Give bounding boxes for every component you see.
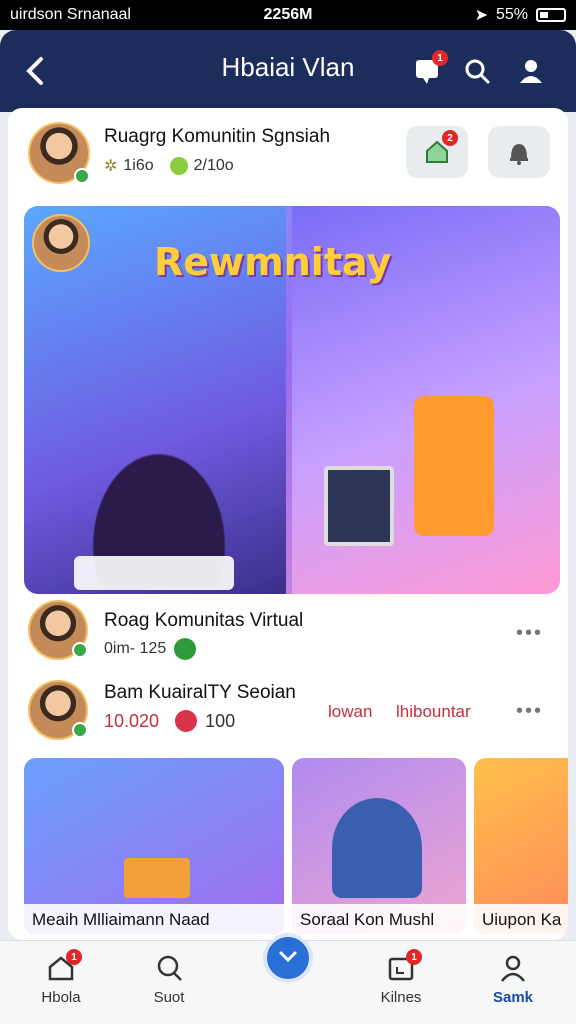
tag-link[interactable]: lhibountar [396,702,471,722]
heart-icon [175,710,198,732]
player-illustration [414,396,494,536]
nav-item-channels[interactable]: 1 Kilnes [356,949,446,1006]
nav-item-home[interactable]: 1 Hbola [16,949,106,1006]
clock-icon [279,951,297,963]
post-stat-1: 1i6o [123,157,154,174]
search-button[interactable] [460,54,494,88]
nav-item-search[interactable]: Suot [124,949,214,1006]
tag-link[interactable]: lowan [328,702,372,722]
thumbnail-card[interactable]: Meaih Mlliaimann Naad [24,758,284,934]
feed-item-name[interactable]: Roag Komunitas Virtual [104,610,303,632]
center-action-button[interactable] [263,933,313,983]
location-icon: ➤ [474,7,488,24]
more-options-button[interactable]: ••• [516,700,543,723]
bell-icon [510,144,528,165]
search-icon [465,59,490,84]
thumbnail-caption: Soraal Kon Mushl [292,904,466,934]
hero-banner[interactable]: Rewmnitay [24,206,560,594]
profile-button[interactable] [514,54,548,88]
nav-badge: 1 [406,949,422,965]
carrier-label: uirdson Srnanaal [10,6,131,23]
verified-icon [74,168,90,184]
nav-label: Suot [153,989,185,1006]
feed-item-extra: 100 [205,710,236,731]
post-card: Ruagrg Komunitin Sgnsiah ✲ 1i6o 2/10o 2 … [8,108,568,940]
user-icon [520,60,542,83]
notification-badge: 1 [432,50,448,66]
sparkle-icon: ✲ [104,158,118,175]
bell-action-button[interactable] [488,126,550,178]
feed-item-name[interactable]: Bam KuairalTY Seoian [104,682,296,704]
nav-item-profile[interactable]: Samk [468,949,558,1006]
home-action-button[interactable]: 2 [406,126,468,178]
nav-label: Samk [492,989,534,1006]
user-icon [501,955,525,982]
dot-icon [169,157,188,175]
nav-label: Kilnes [380,989,422,1006]
action-badge: 2 [442,130,458,146]
search-icon [157,955,182,981]
notification-button[interactable]: 1 [410,50,448,88]
thumbnail-card[interactable]: Uiupon Ka [474,758,568,934]
battery-icon [536,8,566,22]
verified-icon [72,722,88,738]
feed-item-value: 10.020 [104,710,160,731]
verified-icon [72,642,88,658]
battery-percent: 55% [495,6,528,23]
thumbnail-caption: Meaih Mlliaimann Naad [24,904,284,934]
more-options-button[interactable]: ••• [516,622,543,645]
post-author[interactable]: Ruagrg Komunitin Sgnsiah [104,126,330,148]
banner-title: Rewmnitay [154,240,392,284]
feed-item-meta: 0im- 125 [104,640,167,657]
banner-avatar [32,214,90,272]
bottom-nav: 1 Hbola Suot 1 Kilnes Samk [0,933,576,1024]
online-icon [174,638,197,660]
post-stat-2: 2/10o [193,157,234,174]
computer-illustration [324,466,394,546]
thumbnail-card[interactable]: Soraal Kon Mushl [292,758,466,934]
nav-label: Hbola [41,989,81,1006]
thumbnail-caption: Uiupon Ka [474,904,568,934]
nav-badge: 1 [66,949,82,965]
status-bar: uirdson Srnanaal 2256M ➤ 55% [0,0,576,30]
app-header: Hbaiai Vlan 1 [0,30,576,112]
